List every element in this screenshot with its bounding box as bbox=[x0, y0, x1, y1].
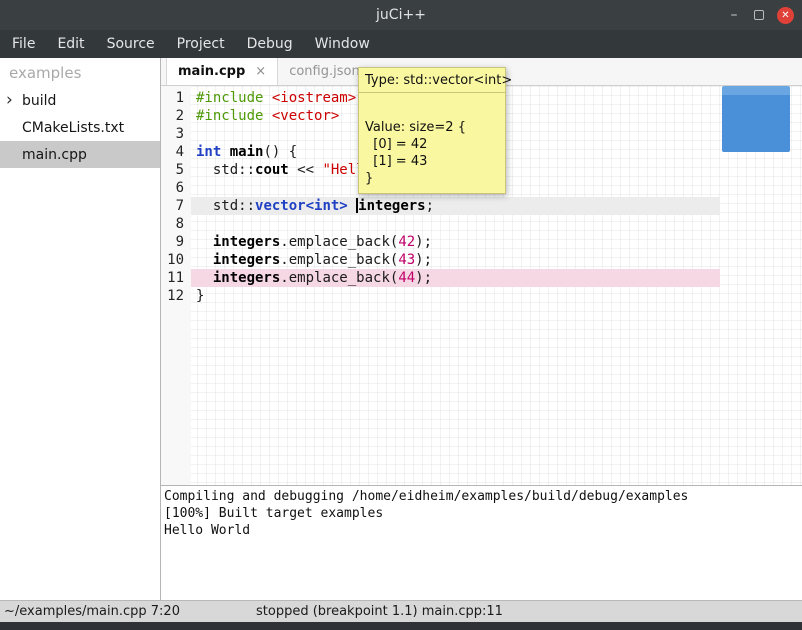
line-number-8: 8 bbox=[161, 215, 191, 233]
code-token: ); bbox=[415, 270, 432, 286]
line-number-6: 6 bbox=[161, 179, 191, 197]
code-token: integers bbox=[213, 234, 280, 250]
line-number-7: 7 bbox=[161, 197, 191, 215]
code-token: } bbox=[196, 288, 204, 304]
tooltip-value-line: [1] = 43 bbox=[365, 153, 499, 170]
menu-item-window[interactable]: Window bbox=[304, 30, 381, 58]
code-line-11[interactable]: integers.emplace_back(44); bbox=[191, 269, 720, 287]
code-token: ); bbox=[415, 252, 432, 268]
terminal-line: Hello World bbox=[164, 522, 802, 539]
file-tree-sidebar: examples › build CMakeLists.txt main.cpp bbox=[0, 58, 161, 600]
tree-item-label: build bbox=[22, 93, 56, 109]
code-token: .emplace_back( bbox=[280, 252, 398, 268]
line-number-11: 11 bbox=[161, 269, 191, 287]
code-token: <vector> bbox=[272, 108, 339, 124]
tab-main-cpp[interactable]: main.cpp × bbox=[166, 58, 278, 85]
tooltip-value-line: } bbox=[365, 170, 499, 187]
line-number-3: 3 bbox=[161, 125, 191, 143]
code-token: <iostream> bbox=[272, 90, 356, 106]
menu-item-debug[interactable]: Debug bbox=[236, 30, 304, 58]
menu-item-project[interactable]: Project bbox=[166, 30, 236, 58]
tab-label: main.cpp bbox=[178, 64, 245, 79]
code-token: integers bbox=[213, 270, 280, 286]
code-token bbox=[196, 252, 213, 268]
tooltip-value-line: [0] = 42 bbox=[365, 136, 499, 153]
code-line-12[interactable]: } bbox=[191, 287, 720, 305]
menu-item-file[interactable]: File bbox=[1, 30, 46, 58]
tab-label: config.json bbox=[289, 64, 360, 79]
status-file-position: ~/examples/main.cpp 7:20 bbox=[4, 604, 180, 619]
code-token: integers bbox=[213, 252, 280, 268]
code-token: cout bbox=[255, 162, 289, 178]
code-line-7[interactable]: std::vector<int> integers; bbox=[191, 197, 720, 215]
tooltip-value-line: Value: size=2 { bbox=[365, 119, 499, 136]
sidebar-item-cmakelists-txt[interactable]: CMakeLists.txt bbox=[0, 114, 160, 141]
code-token bbox=[263, 108, 271, 124]
code-token: .emplace_back( bbox=[280, 270, 398, 286]
code-token: int bbox=[196, 144, 221, 160]
code-token: integers bbox=[358, 198, 425, 214]
code-line-10[interactable]: integers.emplace_back(43); bbox=[191, 251, 720, 269]
code-token: std:: bbox=[196, 198, 255, 214]
code-line-9[interactable]: integers.emplace_back(42); bbox=[191, 233, 720, 251]
app-window: juCi++ – ✕ FileEditSourceProjectDebugWin… bbox=[0, 0, 802, 630]
scrollbar-thumb[interactable] bbox=[722, 86, 790, 152]
menu-item-edit[interactable]: Edit bbox=[46, 30, 95, 58]
code-token: main bbox=[230, 144, 264, 160]
restore-icon[interactable] bbox=[754, 10, 764, 20]
terminal-output[interactable]: Compiling and debugging /home/eidheim/ex… bbox=[161, 486, 802, 600]
code-token: std:: bbox=[196, 162, 255, 178]
code-token: .emplace_back( bbox=[280, 234, 398, 250]
tree-item-label: CMakeLists.txt bbox=[22, 120, 124, 136]
code-token bbox=[196, 270, 213, 286]
terminal-line: [100%] Built target examples bbox=[164, 505, 802, 522]
line-number-9: 9 bbox=[161, 233, 191, 251]
close-tab-icon[interactable]: × bbox=[255, 64, 266, 79]
code-token: 44 bbox=[398, 270, 415, 286]
code-token: #include bbox=[196, 90, 263, 106]
code-token: ; bbox=[426, 198, 434, 214]
line-number-gutter: 123456789101112 bbox=[161, 86, 191, 485]
editor-right-margin bbox=[720, 86, 802, 485]
menu-bar: FileEditSourceProjectDebugWindow bbox=[0, 30, 802, 58]
debug-value-tooltip: Type: std::vector<int> Value: size=2 { [… bbox=[358, 67, 506, 194]
sidebar-item-build[interactable]: › build bbox=[0, 87, 160, 114]
file-tree: › build CMakeLists.txt main.cpp bbox=[0, 87, 160, 168]
code-token: #include bbox=[196, 108, 263, 124]
window-title: juCi++ bbox=[0, 7, 802, 23]
status-bar: ~/examples/main.cpp 7:20 stopped (breakp… bbox=[0, 600, 802, 622]
tooltip-value-section: Value: size=2 { [0] = 42 [1] = 43} bbox=[359, 93, 505, 193]
terminal-line: Compiling and debugging /home/eidheim/ex… bbox=[164, 488, 802, 505]
code-token bbox=[348, 198, 356, 214]
code-token bbox=[196, 234, 213, 250]
project-name-header: examples bbox=[0, 58, 160, 87]
chevron-right-icon: › bbox=[6, 90, 13, 110]
sidebar-item-main-cpp[interactable]: main.cpp bbox=[0, 141, 160, 168]
code-token bbox=[221, 144, 229, 160]
code-token: 42 bbox=[398, 234, 415, 250]
tooltip-type-line: Type: std::vector<int> bbox=[359, 68, 505, 93]
line-number-12: 12 bbox=[161, 287, 191, 305]
tree-item-label: main.cpp bbox=[22, 147, 87, 163]
code-token: << bbox=[289, 162, 323, 178]
menu-item-source[interactable]: Source bbox=[96, 30, 166, 58]
window-bottom-edge bbox=[0, 622, 802, 630]
line-number-10: 10 bbox=[161, 251, 191, 269]
code-token: 43 bbox=[398, 252, 415, 268]
line-number-1: 1 bbox=[161, 89, 191, 107]
code-token: vector<int> bbox=[255, 198, 348, 214]
code-token: () { bbox=[263, 144, 297, 160]
code-line-8[interactable] bbox=[191, 215, 720, 233]
code-token: ); bbox=[415, 234, 432, 250]
line-number-4: 4 bbox=[161, 143, 191, 161]
title-bar[interactable]: juCi++ – ✕ bbox=[0, 0, 802, 30]
minimize-icon[interactable]: – bbox=[727, 7, 741, 23]
status-debug-state: stopped (breakpoint 1.1) main.cpp:11 bbox=[256, 604, 503, 619]
window-controls: – ✕ bbox=[727, 0, 794, 30]
close-icon[interactable]: ✕ bbox=[777, 7, 794, 24]
line-number-2: 2 bbox=[161, 107, 191, 125]
code-token bbox=[263, 90, 271, 106]
line-number-5: 5 bbox=[161, 161, 191, 179]
